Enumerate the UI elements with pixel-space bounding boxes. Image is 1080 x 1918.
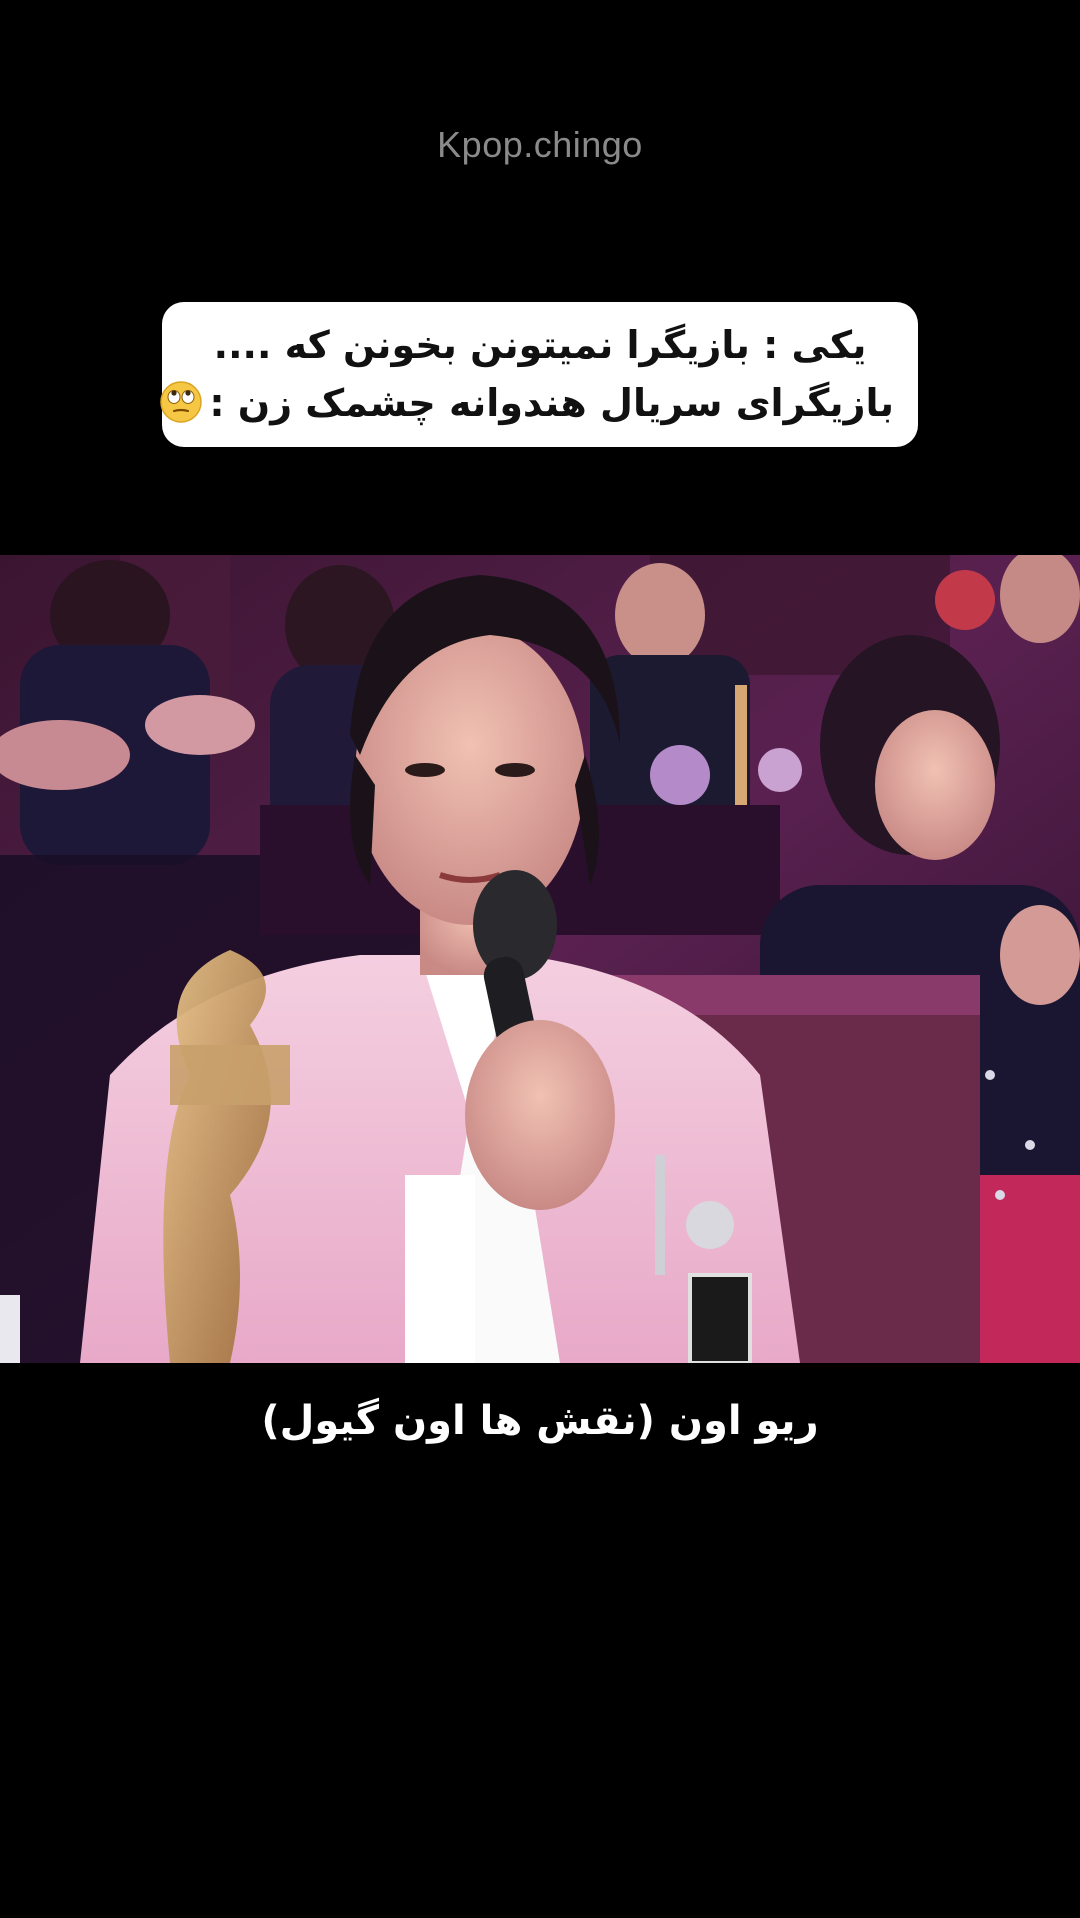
subtitle-text: ریو اون (نقش ها اون گیول) bbox=[261, 1398, 819, 1444]
watermark-text: Kpop.chingo bbox=[437, 124, 643, 165]
caption-line-2: بازیگرای سریال هندوانه چشمک زن : bbox=[160, 374, 894, 432]
caption-box: یکی : بازیگرا نمیتونن بخونن که .... بازی… bbox=[160, 302, 918, 447]
caption-line-1: یکی : بازیگرا نمیتونن بخونن که .... bbox=[213, 323, 867, 367]
award-ceremony-photo bbox=[0, 555, 1080, 1363]
caption-line-2-text: بازیگرای سریال هندوانه چشمک زن : bbox=[209, 381, 894, 425]
award-ceremony-illustration bbox=[0, 555, 1080, 1363]
rolling-eyes-emoji-icon bbox=[160, 381, 203, 423]
